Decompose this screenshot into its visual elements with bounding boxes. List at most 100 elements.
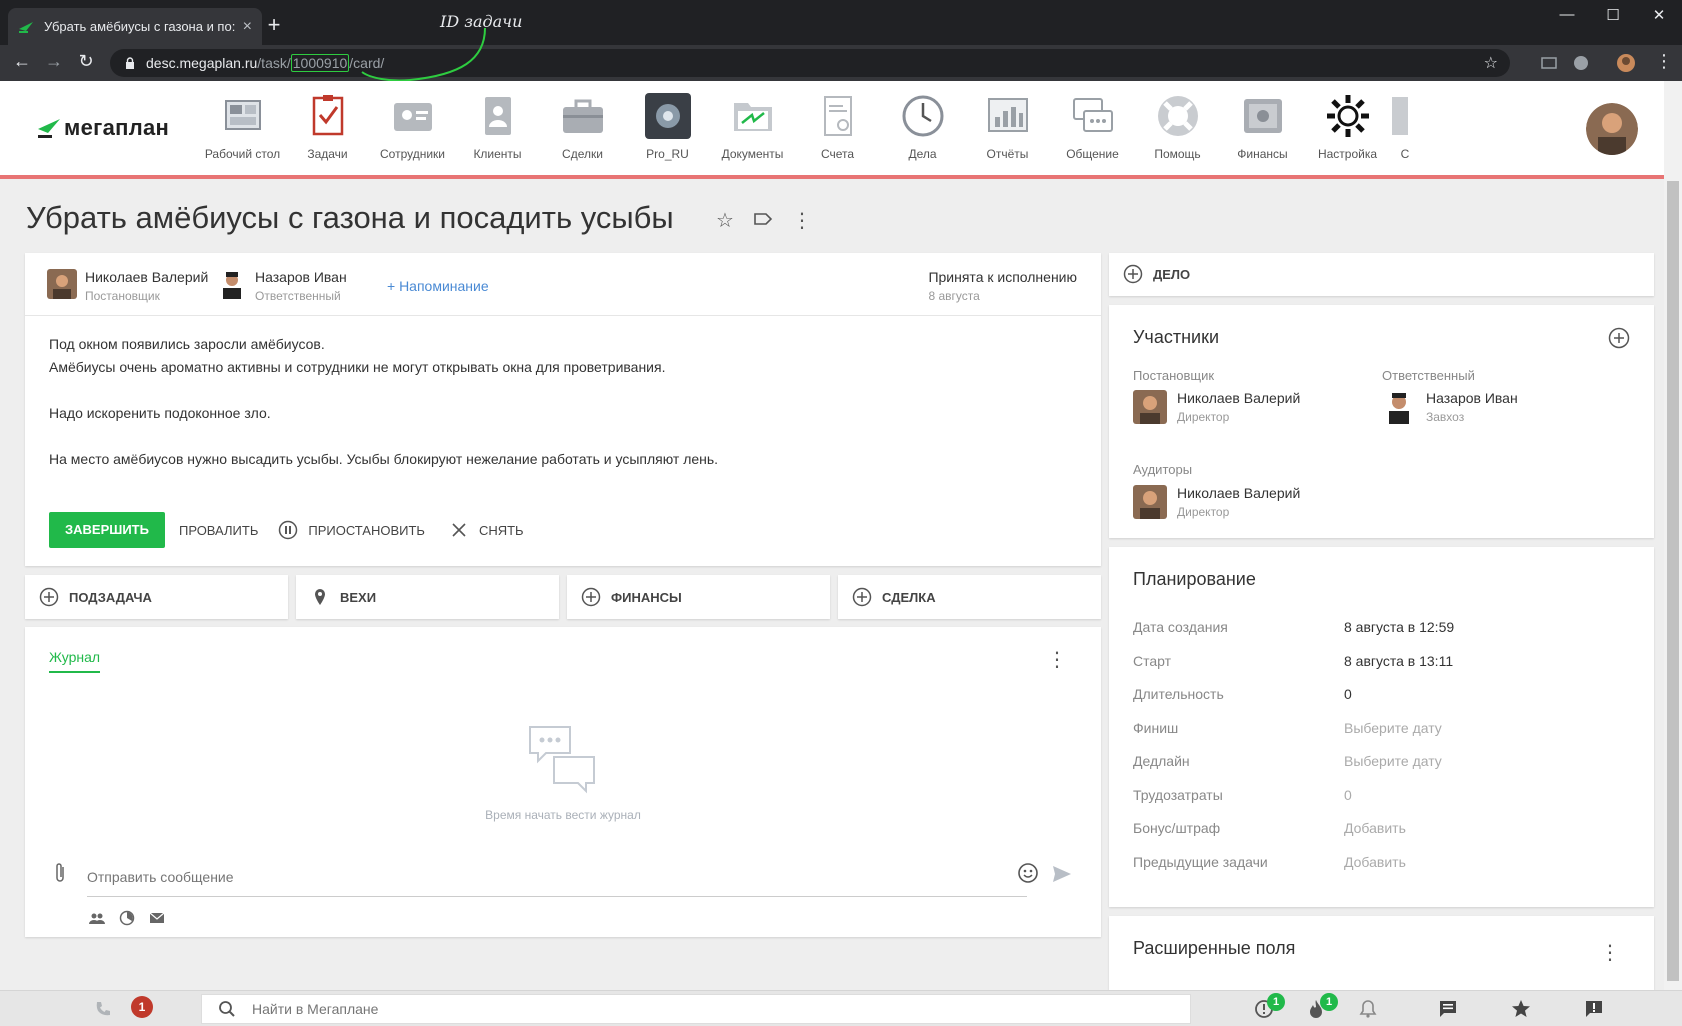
page-scrollbar[interactable]	[1664, 81, 1682, 990]
time-icon[interactable]	[119, 910, 135, 926]
forward-icon[interactable]: →	[42, 51, 66, 72]
back-icon[interactable]: ←	[10, 51, 34, 72]
module-gear[interactable]: Настройка	[1305, 93, 1390, 161]
reload-icon[interactable]: ↻	[74, 51, 98, 72]
task-menu-icon[interactable]: ⋮	[792, 208, 812, 233]
url-path-1: /task/	[257, 55, 291, 71]
remove-label: СНЯТЬ	[478, 522, 524, 538]
module-label: Счета	[820, 147, 855, 161]
desc-line: Под окном появились заросли амёбиусов.	[49, 336, 325, 352]
module-deals[interactable]: Сделки	[540, 93, 625, 161]
planning-value[interactable]: 8 августа в 12:59	[1344, 619, 1454, 635]
responsible-name: Назаров Иван	[255, 269, 347, 285]
browser-menu-icon[interactable]: ⋮	[1652, 51, 1676, 72]
complete-button[interactable]: ЗАВЕРШИТЬ	[49, 512, 165, 548]
planning-value[interactable]: Добавить	[1344, 820, 1406, 836]
module-reports[interactable]: Отчёты	[965, 93, 1050, 161]
invoices-icon	[823, 96, 852, 136]
add-delo-card[interactable]: ДЕЛО	[1109, 253, 1654, 296]
phone-icon[interactable]	[94, 1000, 112, 1018]
search-icon	[219, 1001, 235, 1017]
tab-close-icon[interactable]: ×	[243, 18, 252, 36]
journal-menu-icon[interactable]: ⋮	[1047, 647, 1067, 672]
new-tab-button[interactable]: +	[262, 12, 286, 38]
module-more[interactable]: С	[1390, 93, 1420, 161]
planning-row: Трудозатраты 0	[1133, 787, 1352, 803]
module-label: Документы	[721, 147, 784, 161]
module-tasks[interactable]: Задачи	[285, 93, 370, 161]
maximize-button[interactable]: ☐	[1590, 6, 1636, 24]
planning-value[interactable]: Добавить	[1344, 854, 1406, 870]
task-status[interactable]: Принята к исполнению 8 августа	[928, 269, 1077, 303]
planning-value[interactable]: Выберите дату	[1344, 753, 1442, 769]
browser-tab[interactable]: Убрать амёбиусы с газона и по: ×	[8, 8, 262, 45]
bookmark-star-icon[interactable]: ☆	[1484, 53, 1498, 73]
user-avatar[interactable]	[1586, 103, 1638, 155]
composer-tools	[89, 910, 165, 926]
module-safe[interactable]: Финансы	[1220, 93, 1305, 161]
hot-badge[interactable]: 1	[1320, 993, 1338, 1011]
global-search[interactable]	[201, 994, 1191, 1024]
url-field[interactable]: desc.megaplan.ru/task/1000910/card/ ☆	[110, 49, 1510, 77]
participant-responsible[interactable]: Назаров Иван Завхоз	[1382, 390, 1518, 424]
minimize-button[interactable]: —	[1544, 6, 1590, 23]
responsible-name: Назаров Иван	[1426, 390, 1518, 406]
megaplan-logo[interactable]: мегаплан	[36, 115, 169, 141]
module-invoices[interactable]: Счета	[795, 93, 880, 161]
extended-fields-card: Расширенные поля ⋮	[1109, 916, 1654, 990]
add-delo-button[interactable]: ДЕЛО	[1123, 264, 1190, 284]
tag-icon[interactable]	[752, 208, 774, 230]
calls-badge[interactable]: 1	[131, 996, 153, 1018]
module-employees[interactable]: Сотрудники	[370, 93, 455, 161]
add-reminder-link[interactable]: + Напоминание	[387, 278, 489, 294]
responsible-avatar	[1382, 390, 1416, 424]
add-finance-button[interactable]: ФИНАНСЫ	[567, 575, 830, 619]
participant-auditor[interactable]: Николаев Валерий Директор	[1133, 485, 1300, 519]
module-documents[interactable]: Документы	[710, 93, 795, 161]
mail-icon[interactable]	[149, 910, 165, 926]
paperclip-icon[interactable]	[51, 862, 69, 884]
profile-avatar-icon[interactable]	[1616, 53, 1636, 73]
close-window-button[interactable]: ✕	[1636, 6, 1682, 24]
search-input[interactable]	[252, 1001, 1052, 1017]
owner-block[interactable]: Николаев Валерий Постановщик	[47, 269, 208, 303]
extension-icon[interactable]	[1572, 54, 1590, 72]
responsible-block[interactable]: Назаров Иван Ответственный	[217, 269, 347, 303]
add-deal-button[interactable]: СДЕЛКА	[838, 575, 1101, 619]
favorite-star-icon[interactable]: ☆	[716, 208, 734, 233]
tab-journal[interactable]: Журнал	[49, 649, 101, 673]
add-participant-icon[interactable]	[1608, 327, 1630, 349]
module-desktop[interactable]: Рабочий стол	[200, 93, 285, 161]
favorites-star-icon[interactable]	[1511, 999, 1531, 1019]
module-pro[interactable]: Pro_RU	[625, 93, 710, 161]
planning-value[interactable]: Выберите дату	[1344, 720, 1442, 736]
screenshot-extension-icon[interactable]	[1540, 54, 1558, 72]
planning-value[interactable]: 0	[1344, 686, 1352, 702]
fail-button[interactable]: ПРОВАЛИТЬ	[179, 512, 258, 548]
messages-icon[interactable]	[1438, 999, 1458, 1019]
send-icon[interactable]	[1051, 863, 1073, 885]
module-label: Общение	[1066, 147, 1119, 161]
extended-fields-menu-icon[interactable]: ⋮	[1600, 940, 1620, 965]
bell-icon[interactable]	[1358, 999, 1378, 1019]
planning-value[interactable]: 8 августа в 13:11	[1344, 653, 1453, 669]
recipients-icon[interactable]	[89, 910, 105, 926]
module-label: Сотрудники	[380, 147, 445, 161]
module-clock[interactable]: Дела	[880, 93, 965, 161]
message-input[interactable]	[87, 869, 887, 885]
module-chat[interactable]: Общение	[1050, 93, 1135, 161]
auditor-position: Директор	[1177, 505, 1230, 519]
remove-button[interactable]: СНЯТЬ	[449, 512, 524, 548]
planning-value[interactable]: 0	[1344, 787, 1352, 803]
module-bar: Рабочий стол Задачи Сотрудники Клиенты Сделк…	[200, 93, 1420, 161]
feedback-icon[interactable]	[1584, 999, 1604, 1019]
scroll-thumb[interactable]	[1667, 181, 1679, 981]
module-help[interactable]: Помощь	[1135, 93, 1220, 161]
alerts-badge[interactable]: 1	[1267, 993, 1285, 1011]
participant-owner[interactable]: Николаев Валерий Директор	[1133, 390, 1300, 424]
module-clients[interactable]: Клиенты	[455, 93, 540, 161]
emoji-icon[interactable]	[1017, 862, 1039, 884]
add-milestone-button[interactable]: ВЕХИ	[296, 575, 559, 619]
add-subtask-button[interactable]: ПОДЗАДАЧА	[25, 575, 288, 619]
pause-button[interactable]: ПРИОСТАНОВИТЬ	[278, 512, 425, 548]
